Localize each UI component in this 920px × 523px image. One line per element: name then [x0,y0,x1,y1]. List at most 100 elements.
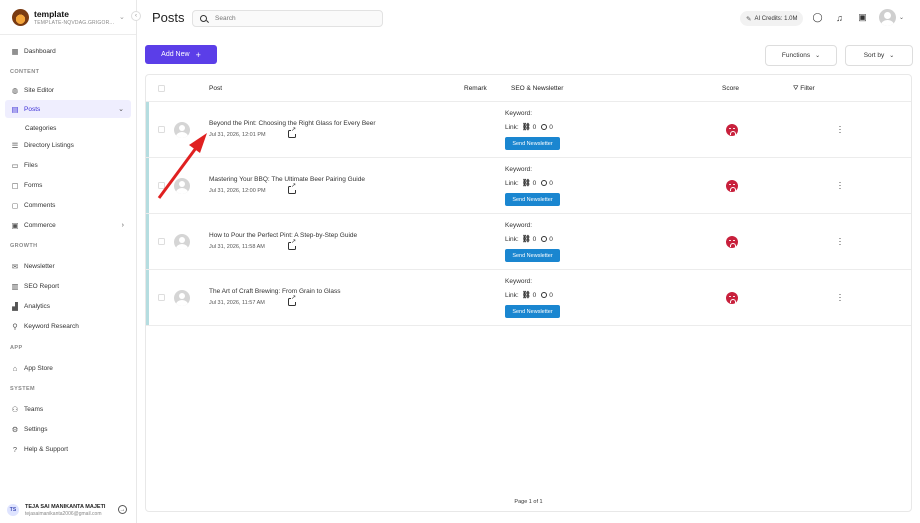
table-row[interactable]: Beyond the Pint: Choosing the Right Glas… [146,102,911,158]
ai-credits-label: AI Credits: 1.0M [754,15,798,22]
sidebar-item-label: Analytics [24,302,51,310]
table-row[interactable]: Mastering Your BBQ: The Ultimate Beer Pa… [146,158,911,214]
table-row[interactable]: How to Pour the Perfect Pint: A Step-by-… [146,214,911,270]
keyword-label: Keyword: [505,222,533,229]
functions-dropdown[interactable]: Functions ⌄ [765,45,837,66]
workspace-name: template [34,8,69,19]
sort-by-dropdown[interactable]: Sort by ⌄ [845,45,913,66]
sidebar-item-files[interactable]: ▭ Files [5,156,131,174]
chart-icon: ▟ [12,301,18,311]
pagination-label: Page 1 of 1 [514,499,543,505]
gift-icon[interactable]: ▣ [857,12,868,23]
posts-table: Post Remark SEO & Newsletter Score ⛛ Fil… [145,74,912,512]
row-checkbox[interactable] [158,182,165,189]
sidebar-item-label: Comments [24,201,56,209]
send-newsletter-button[interactable]: Send Newsletter [505,249,560,262]
sidebar-item-help[interactable]: ? Help & Support [5,440,131,458]
workspace-switcher[interactable]: template TEMPLATE-NQVDAG.GRIGOR... ⌄ [0,0,136,35]
clock-icon [541,124,548,130]
link-count: 0 [532,179,537,187]
keyword-label: Keyword: [505,110,533,117]
chat-icon[interactable]: ◯ [812,12,823,23]
sidebar-item-posts[interactable]: ▤ Posts ⌄ [5,100,131,118]
users-icon: ⚇ [11,404,19,414]
post-title[interactable]: Mastering Your BBQ: The Ultimate Beer Pa… [209,176,365,183]
sidebar-item-seo-report[interactable]: ▥ SEO Report [5,277,131,295]
sidebar-item-directory-listings[interactable]: ☰ Directory Listings [5,136,131,154]
send-newsletter-button[interactable]: Send Newsletter [505,137,560,150]
sidebar-item-label: Teams [24,405,44,413]
sidebar-item-analytics[interactable]: ▟ Analytics [5,297,131,315]
sidebar-item-newsletter[interactable]: ✉ Newsletter [5,257,131,275]
external-link-icon[interactable] [288,183,297,194]
column-score: Score [722,85,739,92]
link-count: 0 [532,235,537,243]
author-avatar [174,290,190,306]
folder-icon: ▭ [11,160,19,170]
sidebar-item-keyword-research[interactable]: ⚲ Keyword Research [5,317,131,335]
chevron-down-icon: ⌄ [118,106,124,113]
profile-avatar[interactable] [879,9,896,26]
select-all-checkbox[interactable] [158,85,165,92]
link-icon: ⛓ [521,292,531,299]
post-title[interactable]: How to Pour the Perfect Pint: A Step-by-… [209,232,357,239]
sidebar-item-comments[interactable]: ◻ Comments [5,196,131,214]
sidebar-item-settings[interactable]: ⚙ Settings [5,420,131,438]
functions-label: Functions [781,52,811,59]
sidebar-item-label: Directory Listings [24,141,74,149]
plus-icon: + [195,49,201,60]
ai-credits-badge[interactable]: ✎ AI Credits: 1.0M [740,11,804,26]
post-title[interactable]: The Art of Craft Brewing: From Grain to … [209,288,341,295]
store-icon: ⌂ [12,363,18,373]
sidebar-item-site-editor[interactable]: ◍ Site Editor [5,81,131,99]
sidebar-item-label: Newsletter [24,262,55,270]
table-row[interactable]: The Art of Craft Brewing: From Grain to … [146,270,911,326]
sidebar-item-app-store[interactable]: ⌂ App Store [5,359,131,377]
comment-icon: ◻ [11,200,19,210]
mail-icon: ✉ [11,261,19,271]
chevron-down-icon: ⌄ [815,53,821,59]
send-newsletter-button[interactable]: Send Newsletter [505,193,560,206]
row-accent [146,102,149,157]
more-options-icon[interactable]: · · · [838,290,842,305]
sidebar-item-commerce[interactable]: ▣ Commerce › [5,216,131,234]
clock-icon [541,292,548,298]
report-icon: ▥ [11,281,19,291]
user-profile[interactable]: TS TEJA SAI MANIKANTA MAJETI tejasaimani… [0,497,137,523]
cart-icon: ▣ [11,220,19,230]
more-options-icon[interactable]: · · · [838,234,842,249]
post-title[interactable]: Beyond the Pint: Choosing the Right Glas… [209,120,376,127]
sidebar-item-dashboard[interactable]: ▦ Dashboard [5,42,131,60]
sidebar-item-label: Commerce [24,221,56,229]
logout-icon[interactable]: → [118,505,127,514]
add-new-button[interactable]: Add New + [145,45,217,64]
row-checkbox[interactable] [158,294,165,301]
clock-icon [541,180,548,186]
external-link-icon[interactable] [288,295,297,306]
palette-icon: ◍ [11,85,19,95]
external-link-icon[interactable] [288,239,297,250]
send-newsletter-button[interactable]: Send Newsletter [505,305,560,318]
sidebar-item-label: SEO Report [24,282,60,290]
search-box[interactable] [192,10,383,27]
clock-icon [541,236,548,242]
sidebar-item-teams[interactable]: ⚇ Teams [5,400,131,418]
external-link-icon[interactable] [288,127,297,138]
sidebar-item-categories[interactable]: Categories [25,125,56,132]
user-email: tejasaimanikanta2006@gmail.com [25,510,102,517]
search-input[interactable] [215,15,365,22]
row-checkbox[interactable] [158,238,165,245]
filter-button[interactable]: ⛛ Filter [793,85,815,93]
topbar: Posts ✎ AI Credits: 1.0M ◯ ♫ ▣ ⌄ [137,0,920,35]
chevron-down-icon[interactable]: ⌄ [899,14,904,21]
sidebar-item-label: Site Editor [24,86,54,94]
row-accent [146,158,149,213]
bell-icon[interactable]: ♫ [834,12,845,23]
sidebar-item-forms[interactable]: ▢ Forms [5,176,131,194]
add-new-label: Add New [161,51,190,58]
collapse-sidebar-button[interactable]: ‹ [131,11,141,21]
more-options-icon[interactable]: · · · [838,178,842,193]
row-checkbox[interactable] [158,126,165,133]
more-options-icon[interactable]: · · · [838,122,842,137]
post-date: Jul 31, 2026, 11:58 AM [209,244,265,250]
